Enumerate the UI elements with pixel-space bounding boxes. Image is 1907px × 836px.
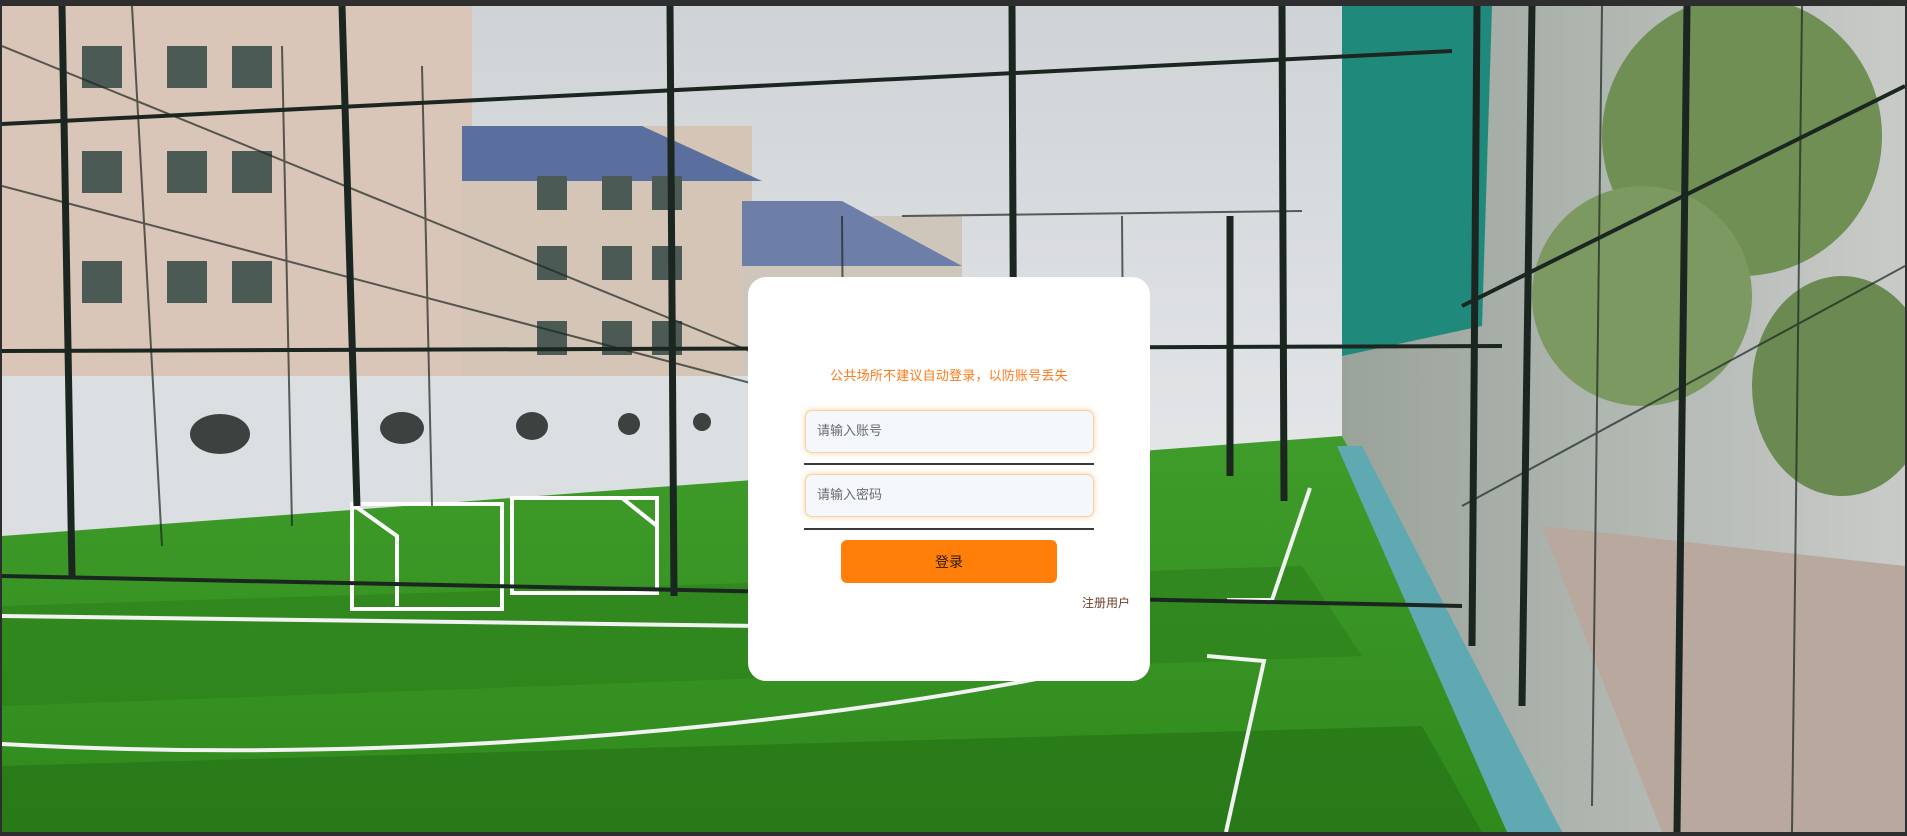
login-button[interactable]: 登录 [841,540,1057,583]
auto-login-notice: 公共场所不建议自动登录，以防账号丢失 [830,369,1068,384]
password-input[interactable] [805,474,1094,517]
account-underline [804,463,1094,465]
login-card: 公共场所不建议自动登录，以防账号丢失 登录 注册用户 [748,277,1150,681]
password-underline [804,528,1094,530]
register-link[interactable]: 注册用户 [1082,594,1130,611]
account-input[interactable] [805,410,1094,453]
